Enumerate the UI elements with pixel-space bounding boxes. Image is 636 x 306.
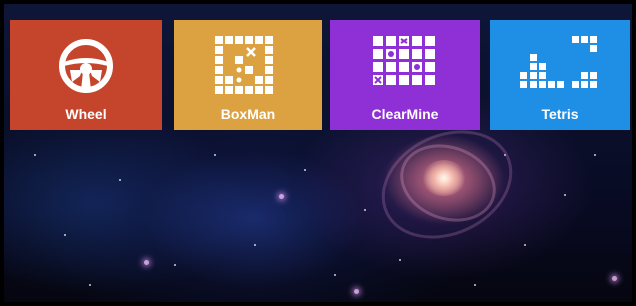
tetris-blocks-icon <box>520 36 600 101</box>
app-tile-row: Wheel BoxMan ClearMine Tetris <box>10 20 630 130</box>
tile-tetris[interactable]: Tetris <box>490 20 630 130</box>
tile-label: Tetris <box>541 106 579 122</box>
tile-label: Wheel <box>65 106 107 122</box>
tile-wheel[interactable]: Wheel <box>10 20 162 130</box>
boxman-grid-icon <box>215 36 281 103</box>
steering-wheel-icon <box>56 36 116 101</box>
desktop-screen: Wheel BoxMan ClearMine Tetris <box>4 4 632 302</box>
tile-clearmine[interactable]: ClearMine <box>330 20 480 130</box>
tile-label: ClearMine <box>371 106 439 122</box>
galaxy-core <box>422 160 466 196</box>
tile-label: BoxMan <box>220 106 276 122</box>
minesweeper-grid-icon <box>373 36 437 101</box>
tile-boxman[interactable]: BoxMan <box>174 20 322 130</box>
